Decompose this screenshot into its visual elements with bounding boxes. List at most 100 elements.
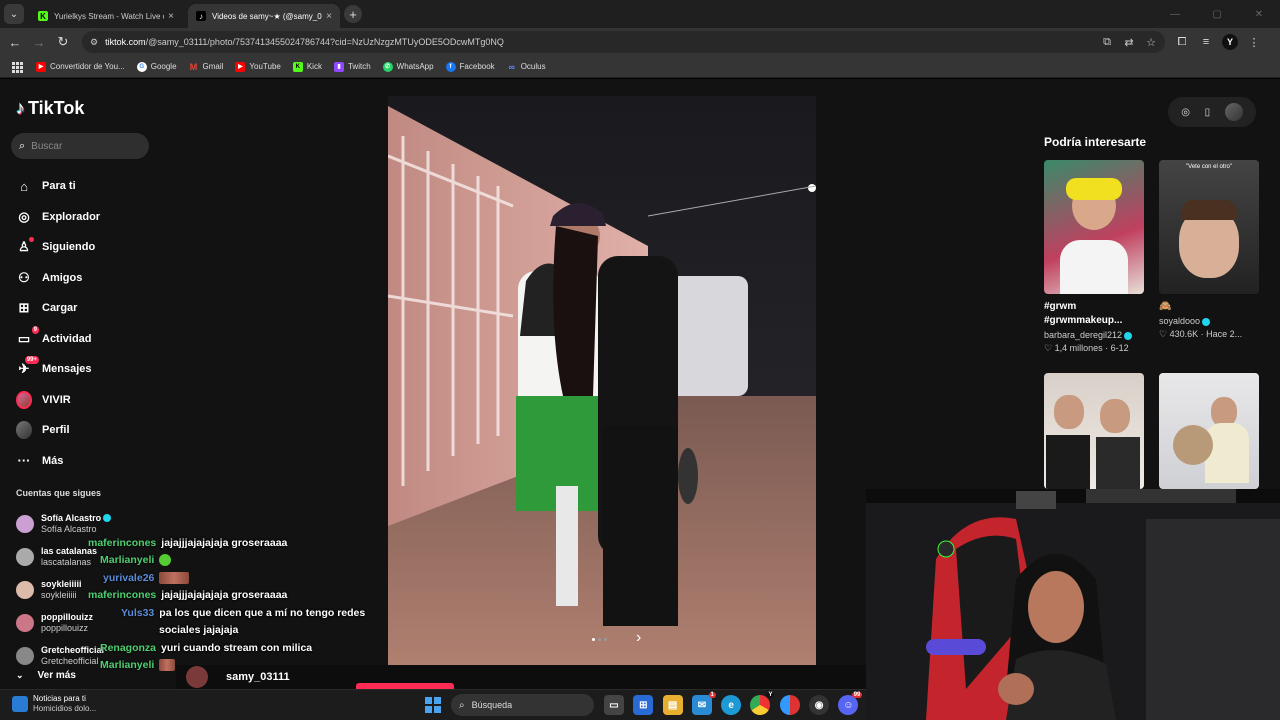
recommend-thumbnail[interactable] xyxy=(1044,373,1144,489)
heart-icon: ♡ 1,4 millones xyxy=(1044,343,1103,353)
home-icon: ⌂ xyxy=(20,178,28,194)
search-input[interactable] xyxy=(31,140,132,152)
extensions-puzzle-icon[interactable]: ⧠ xyxy=(1170,36,1194,49)
maximize-icon[interactable]: ▢ xyxy=(1196,0,1238,28)
back-icon[interactable]: ← xyxy=(3,35,27,50)
recommend-card[interactable]: #grwm #grwmmakeup... barbara_deregil212 … xyxy=(1044,160,1144,354)
post-author-bar: samy_03111 xyxy=(176,665,866,689)
start-windows-icon[interactable] xyxy=(425,697,441,713)
tiktok-note-icon: ♪ xyxy=(16,98,25,118)
bookmark-twitch[interactable]: ▮ Twitch xyxy=(333,61,371,72)
chat-message: maferincones jajajjjajajajaja groseraaaa xyxy=(88,589,288,602)
app-icon[interactable] xyxy=(779,695,800,715)
bookmark-oculus[interactable]: ∞ Oculus xyxy=(507,61,545,72)
recommend-card[interactable]: "Vete con el otro" 🙈 soyaldooo ♡ 430.6K … xyxy=(1159,160,1259,340)
chrome-icon[interactable]: Y xyxy=(750,692,775,715)
post-photo[interactable] xyxy=(388,96,816,666)
reload-icon[interactable]: ↻ xyxy=(51,34,75,50)
extensions-area: ⧠ ≡ Y ⋮ xyxy=(1170,28,1266,56)
discord-icon[interactable]: ☺ 99 xyxy=(838,692,863,715)
task-view-icon[interactable]: ▭ xyxy=(604,695,624,715)
sidebar-item-amigos[interactable]: ⚇ Amigos xyxy=(16,263,100,294)
compass-icon[interactable]: ◎ xyxy=(1181,107,1190,118)
mail-icon[interactable]: ✉ 1 xyxy=(691,692,716,715)
bookmark-convertidor[interactable]: ▶ Convertidor de You... xyxy=(36,61,125,72)
file-explorer-icon[interactable]: ▤ xyxy=(662,695,683,715)
tab-title: Videos de samy~★ (@samy_03 xyxy=(212,11,323,21)
sidebar-item-perfil[interactable]: Perfil xyxy=(16,415,100,446)
obs-icon[interactable]: ◉ xyxy=(809,695,830,715)
search-icon: ⌕ xyxy=(19,139,26,152)
tiktok-icon: ♪ xyxy=(196,11,206,21)
bookmark-star-icon[interactable]: ☆ xyxy=(1140,36,1162,49)
tab-search-button[interactable]: ⌄ xyxy=(4,4,24,24)
post-username[interactable]: samy_03111 xyxy=(226,671,290,683)
sidebar-item-para-ti[interactable]: ⌂ Para ti xyxy=(16,171,100,202)
tab-yurielkys-stream[interactable]: K Yurielkys Stream - Watch Live o × xyxy=(30,4,182,28)
recommend-card[interactable] xyxy=(1159,373,1259,489)
verified-icon xyxy=(103,514,112,523)
twitch-icon: ▮ xyxy=(333,61,344,72)
translate-icon[interactable]: ⇄ xyxy=(1118,36,1140,49)
bookmark-gmail[interactable]: M Gmail xyxy=(189,62,224,72)
minimize-icon[interactable]: — xyxy=(1154,0,1196,28)
whatsapp-icon: ✆ xyxy=(382,61,393,72)
recommend-title: Podría interesarte xyxy=(1044,135,1147,149)
recommend-thumbnail[interactable] xyxy=(1159,373,1259,489)
new-tab-button[interactable]: + xyxy=(344,5,362,23)
menu-kebab-icon[interactable]: ⋮ xyxy=(1242,36,1266,49)
window-controls: — ▢ ✕ xyxy=(1154,0,1280,28)
emote-icon xyxy=(159,659,176,672)
activity-icon: ▭ 9 xyxy=(17,325,39,346)
recommend-card[interactable] xyxy=(1044,373,1144,489)
recommend-thumbnail[interactable]: "Vete con el otro" xyxy=(1159,160,1259,294)
edge-icon[interactable]: e xyxy=(721,695,742,715)
profile-avatar[interactable]: Y xyxy=(1222,34,1238,50)
sidebar-item-mas[interactable]: ··· Más xyxy=(16,446,100,477)
sidebar-item-explorador[interactable]: ◎ Explorador xyxy=(16,202,100,233)
bookmark-facebook[interactable]: f Facebook xyxy=(445,61,495,72)
more-icon: ··· xyxy=(17,453,31,469)
sidebar-item-siguiendo[interactable]: ♙ Siguiendo xyxy=(16,232,100,263)
chat-message: maferincones jajajjjajajajaja groseraaaa xyxy=(88,536,288,549)
apps-grid-icon[interactable] xyxy=(12,61,23,73)
oculus-icon: ∞ xyxy=(508,61,515,72)
bookmark-whatsapp[interactable]: ✆ WhatsApp xyxy=(382,61,434,72)
site-info-icon[interactable]: ⚙ xyxy=(90,37,98,48)
sidebar-item-cargar[interactable]: ⊞ Cargar xyxy=(16,293,100,324)
chat-message: Renagonza yuri cuando stream con milica xyxy=(100,641,313,654)
news-widget[interactable]: Noticias para ti Homicidios dolo... xyxy=(12,694,96,714)
profile-icon xyxy=(16,421,32,440)
tab-tiktok-videos[interactable]: ♪ Videos de samy~★ (@samy_03 × xyxy=(188,4,340,28)
taskbar-search[interactable]: ⌕ Búsqueda xyxy=(451,694,594,716)
sidebar-item-vivir[interactable]: VIVIR xyxy=(16,385,100,416)
sidebar-item-actividad[interactable]: ▭ 9 Actividad xyxy=(16,324,100,355)
device-icon[interactable]: ▯ xyxy=(1205,107,1211,118)
chat-message: yurivale26 xyxy=(0,569,380,587)
sidebar-nav: ⌂ Para ti ◎ Explorador ♙ Siguiendo ⚇ Amigos … xyxy=(16,171,100,476)
emote-icon xyxy=(159,571,190,584)
bookmark-kick[interactable]: K Kick xyxy=(292,61,322,72)
live-icon xyxy=(16,390,32,409)
bookmark-google[interactable]: G Google xyxy=(136,61,177,72)
avatar[interactable] xyxy=(1224,103,1243,121)
close-window-icon[interactable]: ✕ xyxy=(1238,0,1280,28)
top-right-actions: ◎ ▯ xyxy=(1168,97,1256,127)
bookmark-youtube[interactable]: ▶ YouTube xyxy=(235,61,281,72)
url-host: tiktok.com xyxy=(105,37,146,47)
avatar[interactable] xyxy=(186,666,208,688)
forward-icon[interactable]: → xyxy=(27,35,51,50)
tiktok-logo[interactable]: ♪ TikTok xyxy=(16,98,84,119)
close-icon[interactable]: × xyxy=(168,11,174,22)
sidebar-item-mensajes[interactable]: ✈ 99+ Mensajes xyxy=(16,354,100,385)
recommend-thumbnail[interactable] xyxy=(1044,160,1144,294)
store-icon[interactable]: ⊞ xyxy=(633,695,654,715)
carousel-next-icon[interactable]: › xyxy=(636,629,641,647)
following-icon: ♙ xyxy=(16,237,34,255)
address-bar[interactable]: ⚙ tiktok.com/@samy_03111/photo/753741345… xyxy=(82,31,1165,53)
chevron-down-icon: ⌄ xyxy=(9,8,19,20)
close-icon[interactable]: × xyxy=(326,11,332,22)
tab-strip: ⌄ K Yurielkys Stream - Watch Live o × ♪ … xyxy=(0,0,1280,28)
media-control-icon[interactable]: ≡ xyxy=(1194,36,1218,48)
install-app-icon[interactable]: ⧉ xyxy=(1096,36,1118,49)
